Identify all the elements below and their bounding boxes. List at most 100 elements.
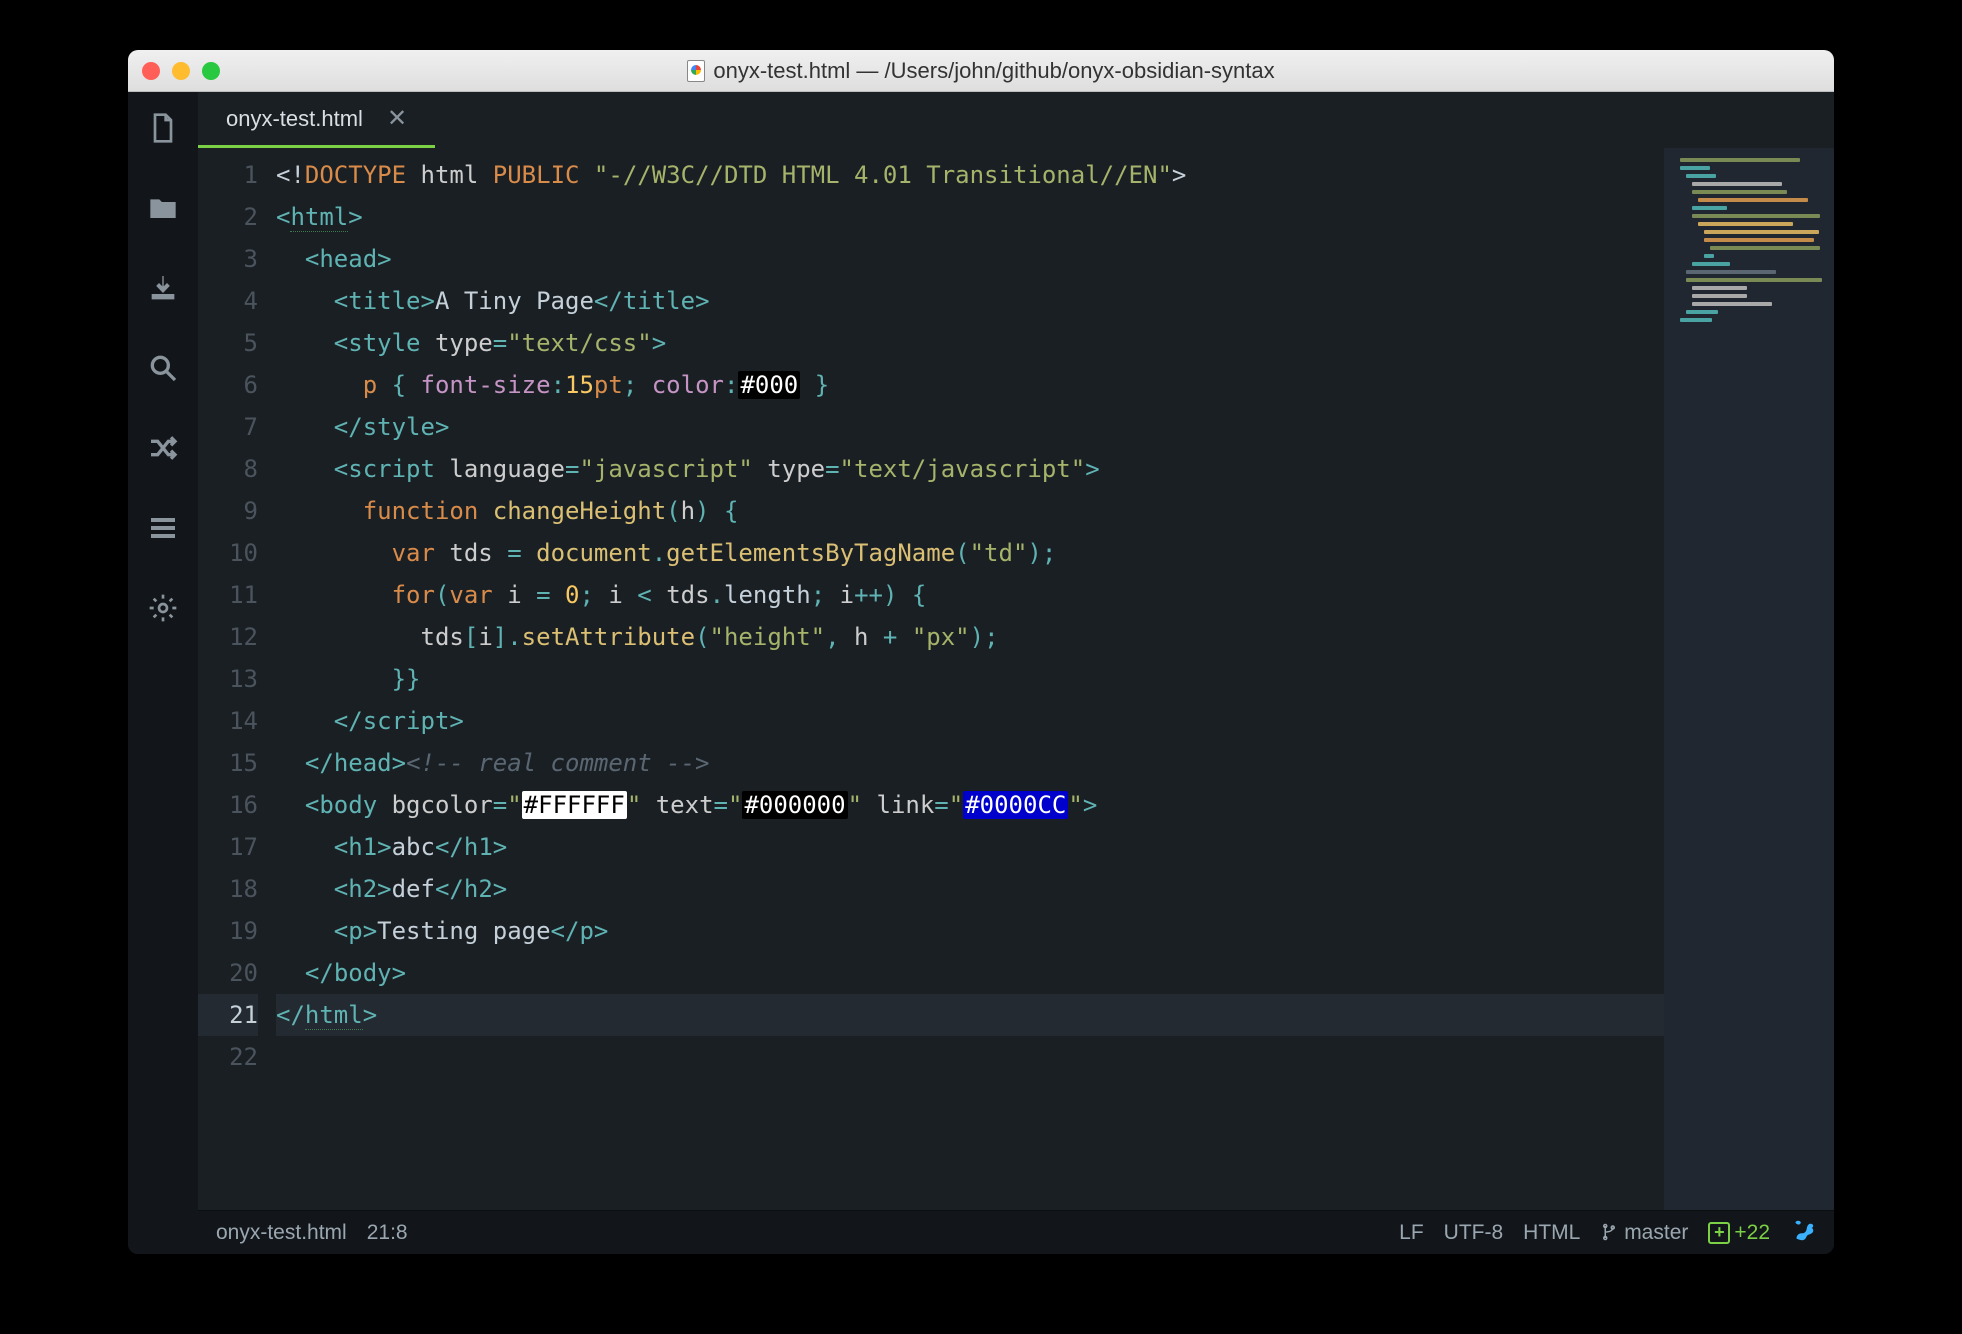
minimap-line: [1680, 158, 1800, 162]
code-line: <title>A Tiny Page</title>: [276, 280, 1664, 322]
line-number: 4: [198, 280, 258, 322]
line-number: 22: [198, 1036, 258, 1078]
code-line: [276, 1036, 1664, 1078]
minimap-line: [1686, 174, 1716, 178]
line-number: 1: [198, 154, 258, 196]
tab-onyx-test[interactable]: onyx-test.html ✕: [198, 92, 435, 148]
document-icon: [687, 60, 705, 82]
line-number: 3: [198, 238, 258, 280]
minimap-line: [1710, 246, 1820, 250]
color-swatch: #000000: [742, 791, 847, 819]
code-line: <h2>def</h2>: [276, 868, 1664, 910]
line-number: 2: [198, 196, 258, 238]
code-line: }}: [276, 658, 1664, 700]
search-icon[interactable]: [147, 352, 179, 384]
minimap-line: [1692, 302, 1772, 306]
code-editor[interactable]: 12345678910111213141516171819202122 <!DO…: [198, 148, 1664, 1210]
plus-icon: +: [1708, 1222, 1730, 1244]
status-encoding[interactable]: UTF-8: [1444, 1221, 1504, 1245]
file-icon[interactable]: [147, 112, 179, 144]
status-eol[interactable]: LF: [1399, 1221, 1424, 1245]
minimap-line: [1704, 230, 1819, 234]
minimap-line: [1692, 190, 1787, 194]
minimap-line: [1680, 318, 1712, 322]
download-icon[interactable]: [147, 272, 179, 304]
line-number: 16: [198, 784, 258, 826]
code-line: <!DOCTYPE html PUBLIC "-//W3C//DTD HTML …: [276, 154, 1664, 196]
window-title: onyx-test.html — /Users/john/github/onyx…: [128, 58, 1834, 84]
code-line: <p>Testing page</p>: [276, 910, 1664, 952]
status-filename[interactable]: onyx-test.html: [216, 1221, 347, 1245]
minimap[interactable]: [1664, 148, 1834, 1210]
code-line: for(var i = 0; i < tds.length; i++) {: [276, 574, 1664, 616]
menu-icon[interactable]: [147, 512, 179, 544]
folder-icon[interactable]: [147, 192, 179, 224]
minimap-line: [1680, 166, 1710, 170]
line-number: 11: [198, 574, 258, 616]
code-line: <h1>abc</h1>: [276, 826, 1664, 868]
code-line: <html>: [276, 196, 1664, 238]
status-bar: onyx-test.html 21:8 LF UTF-8 HTML master…: [198, 1210, 1834, 1254]
line-number: 5: [198, 322, 258, 364]
line-number: 15: [198, 742, 258, 784]
code-line: <body bgcolor="#FFFFFF" text="#000000" l…: [276, 784, 1664, 826]
line-gutter: 12345678910111213141516171819202122: [198, 148, 276, 1210]
line-number: 18: [198, 868, 258, 910]
status-branch-name: master: [1624, 1221, 1688, 1244]
line-number: 21: [198, 994, 258, 1036]
line-number: 19: [198, 910, 258, 952]
gear-icon[interactable]: [147, 592, 179, 624]
code-line: </html>: [276, 994, 1664, 1036]
code-line: p { font-size:15pt; color:#000 }: [276, 364, 1664, 406]
minimap-line: [1686, 270, 1776, 274]
code-line: var tds = document.getElementsByTagName(…: [276, 532, 1664, 574]
line-number: 20: [198, 952, 258, 994]
line-number: 9: [198, 490, 258, 532]
minimap-line: [1698, 198, 1808, 202]
app-window: onyx-test.html — /Users/john/github/onyx…: [128, 50, 1834, 1254]
git-add-count: +22: [1734, 1221, 1770, 1245]
tab-label: onyx-test.html: [226, 106, 363, 132]
minimap-line: [1686, 278, 1822, 282]
code-line: <head>: [276, 238, 1664, 280]
git-branch-icon: [1600, 1223, 1618, 1241]
minimap-line: [1692, 182, 1782, 186]
status-language[interactable]: HTML: [1523, 1221, 1580, 1245]
code-line: tds[i].setAttribute("height", h + "px");: [276, 616, 1664, 658]
code-line: </style>: [276, 406, 1664, 448]
minimap-line: [1704, 254, 1714, 258]
minimap-line: [1692, 206, 1727, 210]
code-line: <style type="text/css">: [276, 322, 1664, 364]
status-git-add[interactable]: ++22: [1708, 1221, 1770, 1245]
line-number: 6: [198, 364, 258, 406]
code-line: </head><!-- real comment -->: [276, 742, 1664, 784]
status-cursor[interactable]: 21:8: [367, 1221, 408, 1245]
minimap-line: [1686, 310, 1718, 314]
close-tab-icon[interactable]: ✕: [387, 107, 407, 131]
tab-bar: onyx-test.html ✕: [198, 92, 1834, 148]
activity-bar: [128, 92, 198, 1254]
code-line: function changeHeight(h) {: [276, 490, 1664, 532]
title-bar: onyx-test.html — /Users/john/github/onyx…: [128, 50, 1834, 92]
code-line: </body>: [276, 952, 1664, 994]
minimap-line: [1692, 286, 1747, 290]
squirrel-icon[interactable]: [1790, 1217, 1816, 1249]
code-line: <script language="javascript" type="text…: [276, 448, 1664, 490]
minimap-line: [1692, 294, 1747, 298]
color-swatch: #FFFFFF: [522, 791, 627, 819]
line-number: 7: [198, 406, 258, 448]
status-branch[interactable]: master: [1600, 1221, 1688, 1245]
line-number: 8: [198, 448, 258, 490]
shuffle-icon[interactable]: [147, 432, 179, 464]
line-number: 17: [198, 826, 258, 868]
line-number: 10: [198, 532, 258, 574]
line-number: 13: [198, 658, 258, 700]
window-title-text: onyx-test.html — /Users/john/github/onyx…: [713, 58, 1274, 84]
code-area[interactable]: <!DOCTYPE html PUBLIC "-//W3C//DTD HTML …: [276, 148, 1664, 1210]
minimap-line: [1692, 262, 1730, 266]
line-number: 12: [198, 616, 258, 658]
color-swatch: #000: [738, 371, 800, 399]
color-swatch: #0000CC: [963, 791, 1068, 819]
minimap-line: [1704, 238, 1814, 242]
line-number: 14: [198, 700, 258, 742]
